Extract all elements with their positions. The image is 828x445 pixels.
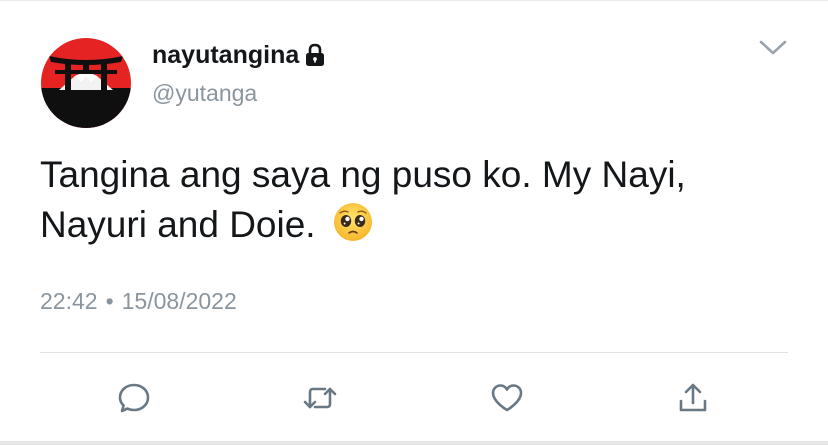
divider [40,352,788,353]
tweet-time: 22:42 [40,288,98,314]
more-options-button[interactable] [752,34,794,62]
share-button[interactable] [673,378,713,418]
reply-button[interactable] [114,378,154,418]
top-border [0,0,828,1]
display-name[interactable]: nayutangina [152,38,326,72]
timestamp[interactable]: 22:42 • 15/08/2022 [40,288,237,315]
heart-outline-icon [491,384,523,412]
retweet-arrows-icon [303,387,337,409]
pleading-face-icon [333,203,372,241]
retweet-button[interactable] [300,378,340,418]
display-name-text: nayutangina [152,40,300,69]
lock-icon [306,43,325,66]
chevron-down-icon [759,40,787,55]
speech-bubble-icon [118,383,150,413]
avatar[interactable] [41,38,131,128]
bottom-border [0,441,828,445]
tweet-date: 15/08/2022 [121,288,237,314]
tweet-text: Tangina ang saya ng puso ko. My Nayi, Na… [40,150,800,250]
torii-gate-icon [41,38,131,128]
like-button[interactable] [487,378,527,418]
share-upload-icon [679,383,707,412]
username[interactable]: @yutanga [152,80,257,107]
meta-separator: • [105,288,114,314]
